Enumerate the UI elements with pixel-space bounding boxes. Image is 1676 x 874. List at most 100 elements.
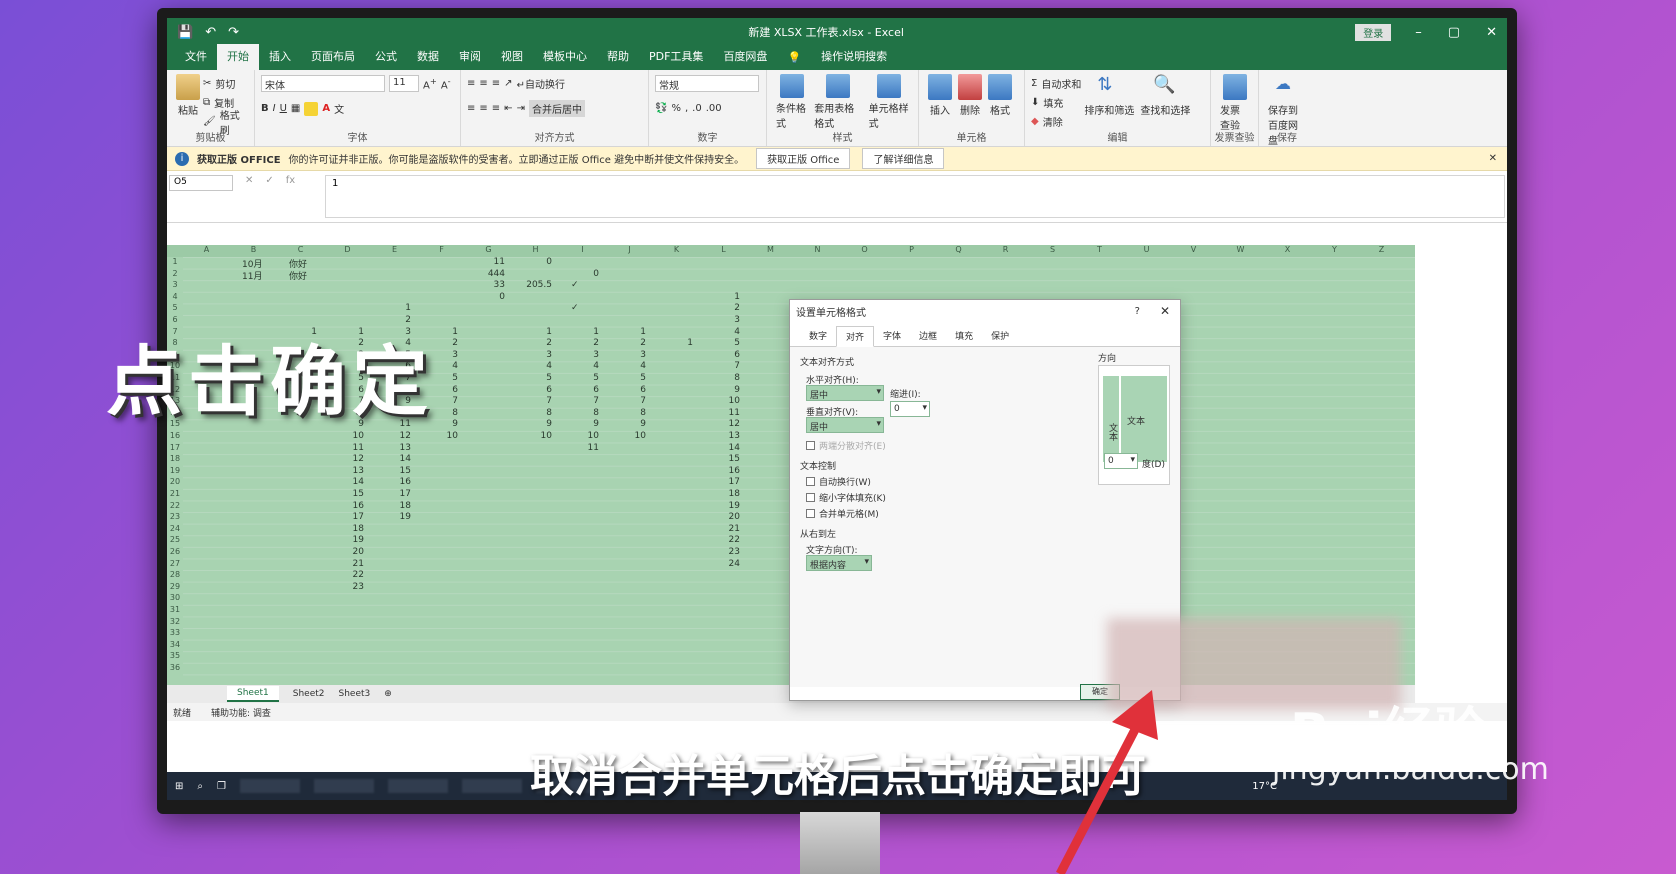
column-header[interactable]: R — [982, 245, 1029, 254]
cell[interactable]: 4 — [512, 361, 552, 371]
name-box[interactable]: O5 — [169, 175, 233, 191]
cell[interactable]: 1 — [653, 338, 693, 348]
align-left-icon[interactable]: ≡ — [467, 103, 475, 114]
align-top-icon[interactable]: ≡ — [467, 78, 475, 89]
tell-me-search[interactable]: 操作说明搜索 — [811, 48, 897, 70]
column-header[interactable]: L — [700, 245, 747, 254]
cell[interactable]: 8 — [700, 373, 740, 383]
cell[interactable]: 6 — [700, 350, 740, 360]
cell[interactable]: 33 — [465, 280, 505, 290]
cell[interactable]: ✓ — [571, 303, 611, 313]
align-middle-icon[interactable]: ≡ — [479, 78, 487, 89]
cell[interactable]: 9 — [700, 385, 740, 395]
cell[interactable]: 5 — [512, 373, 552, 383]
help-button[interactable]: ? — [1135, 306, 1140, 317]
undo-icon[interactable]: ↶ — [205, 25, 216, 40]
cell[interactable]: 205.5 — [512, 280, 552, 290]
tab-templates[interactable]: 模板中心 — [533, 48, 597, 70]
row-header[interactable]: 29 — [167, 582, 183, 591]
cell[interactable]: 15 — [371, 466, 411, 476]
sheet-tab-2[interactable]: Sheet2 — [293, 689, 325, 699]
column-header[interactable]: P — [888, 245, 935, 254]
cell[interactable]: 16 — [700, 466, 740, 476]
cell[interactable]: 10 — [606, 431, 646, 441]
row-header[interactable]: 34 — [167, 640, 183, 649]
column-header[interactable]: F — [418, 245, 465, 254]
align-center-icon[interactable]: ≡ — [479, 103, 487, 114]
justify-distributed-checkbox[interactable]: 两端分散对齐(E) — [806, 439, 886, 452]
tab-baidu-pan[interactable]: 百度网盘 — [713, 48, 777, 70]
row-header[interactable]: 30 — [167, 593, 183, 602]
cell[interactable]: 11 — [324, 443, 364, 453]
font-name-combo[interactable]: 宋体 — [261, 75, 385, 92]
tab-formulas[interactable]: 公式 — [365, 48, 407, 70]
orientation-icon[interactable]: ↗ — [504, 78, 512, 89]
row-header[interactable]: 19 — [167, 466, 183, 475]
row-header[interactable]: 27 — [167, 559, 183, 568]
cell[interactable]: 12 — [324, 454, 364, 464]
tab-alignment[interactable]: 对齐 — [836, 326, 875, 347]
cell[interactable]: 7 — [559, 396, 599, 406]
maximize-button[interactable]: ▢ — [1448, 25, 1460, 40]
cell[interactable]: 444 — [465, 269, 505, 279]
cell[interactable]: 12 — [371, 431, 411, 441]
cell[interactable]: 19 — [324, 535, 364, 545]
cell[interactable]: 22 — [700, 535, 740, 545]
column-header[interactable]: E — [371, 245, 418, 254]
learn-more-button[interactable]: 了解详细信息 — [862, 148, 945, 169]
tab-font[interactable]: 字体 — [874, 326, 910, 346]
column-header[interactable]: U — [1123, 245, 1170, 254]
column-header[interactable]: Z — [1358, 245, 1405, 254]
tab-help[interactable]: 帮助 — [597, 48, 639, 70]
row-header[interactable]: 5 — [167, 303, 183, 312]
row-header[interactable]: 25 — [167, 535, 183, 544]
row-header[interactable]: 3 — [167, 280, 183, 289]
cell[interactable]: 9 — [512, 419, 552, 429]
autosum-button[interactable]: Σ 自动求和 — [1031, 74, 1081, 93]
tab-home[interactable]: 开始 — [217, 44, 259, 70]
tab-border[interactable]: 边框 — [910, 326, 946, 346]
close-button[interactable]: ✕ — [1486, 25, 1497, 40]
row-header[interactable]: 26 — [167, 547, 183, 556]
fill-button[interactable]: ⬇ 填充 — [1031, 93, 1081, 112]
italic-button[interactable]: I — [273, 103, 276, 114]
row-header[interactable]: 17 — [167, 443, 183, 452]
cell[interactable]: 11 — [559, 443, 599, 453]
row-header[interactable]: 36 — [167, 663, 183, 672]
font-size-combo[interactable]: 11 — [389, 75, 419, 92]
cell[interactable]: 18 — [371, 501, 411, 511]
cell[interactable]: 3 — [700, 315, 740, 325]
cell[interactable]: 1 — [700, 292, 740, 302]
paste-button[interactable]: 粘贴 — [176, 74, 200, 131]
cell[interactable]: 16 — [371, 477, 411, 487]
column-header[interactable]: S — [1029, 245, 1076, 254]
currency-icon[interactable]: 💱 — [655, 103, 667, 114]
cell[interactable]: 18 — [324, 524, 364, 534]
grow-font-icon[interactable]: A+ — [423, 76, 437, 91]
shrink-font-icon[interactable]: A- — [441, 76, 451, 91]
cell[interactable]: 17 — [324, 512, 364, 522]
fill-color-icon[interactable] — [304, 101, 319, 116]
cell[interactable]: 0 — [559, 269, 599, 279]
row-header[interactable]: 28 — [167, 570, 183, 579]
column-header[interactable]: D — [324, 245, 371, 254]
cell[interactable]: 19 — [700, 501, 740, 511]
cell[interactable]: 17 — [700, 477, 740, 487]
cell[interactable]: 11 — [700, 408, 740, 418]
invoice-check-button[interactable]: 发票查验 — [1220, 74, 1249, 132]
fx-icon[interactable]: fx — [286, 175, 295, 218]
row-header[interactable]: 1 — [167, 257, 183, 266]
row-header[interactable]: 32 — [167, 617, 183, 626]
cell[interactable]: 8 — [512, 408, 552, 418]
cell[interactable]: 10 — [559, 431, 599, 441]
column-header[interactable]: X — [1264, 245, 1311, 254]
row-header[interactable]: 18 — [167, 454, 183, 463]
cell[interactable]: 10 — [512, 431, 552, 441]
cell[interactable]: 6 — [559, 385, 599, 395]
wrap-text-checkbox[interactable]: 自动换行(W) — [806, 475, 871, 488]
cell[interactable]: 8 — [559, 408, 599, 418]
redo-icon[interactable]: ↷ — [228, 25, 239, 40]
cell[interactable]: 20 — [324, 547, 364, 557]
wrap-text-button[interactable]: ↵自动换行 — [517, 76, 565, 91]
number-format-combo[interactable]: 常规 — [655, 75, 759, 92]
